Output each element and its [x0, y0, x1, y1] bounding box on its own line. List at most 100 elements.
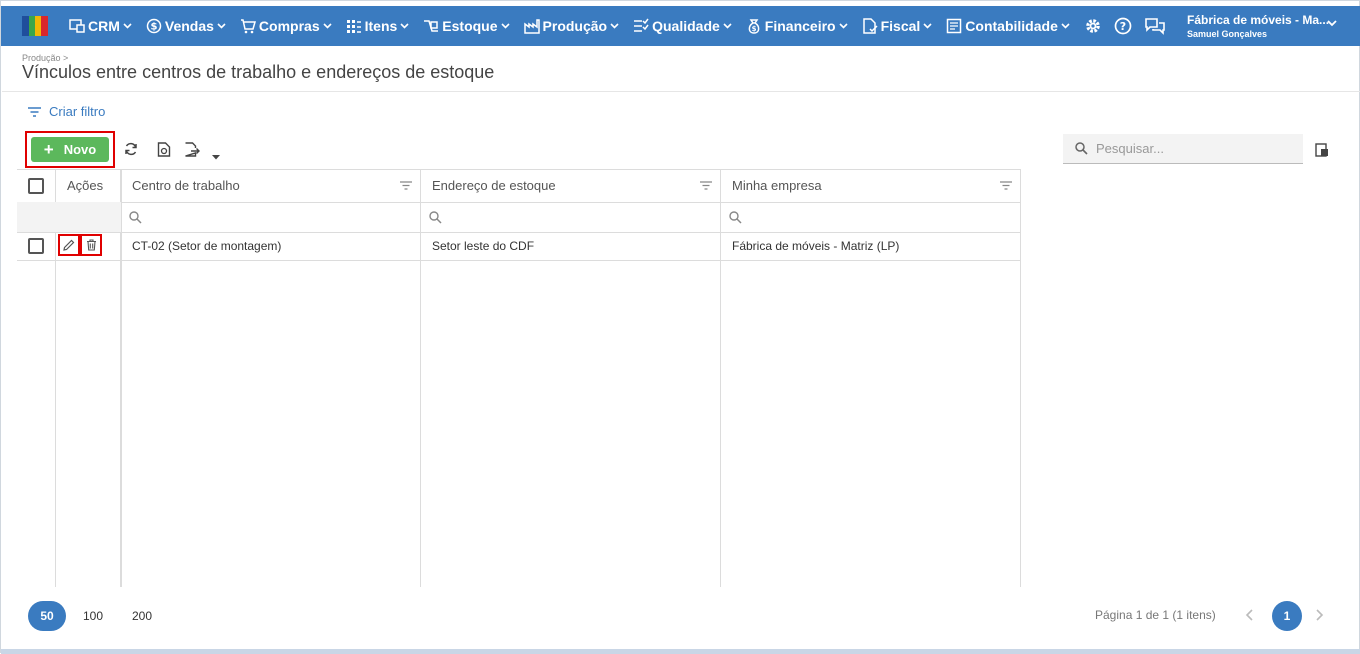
- nav-crm-label: CRM: [88, 18, 120, 34]
- page-size-200[interactable]: 200: [124, 601, 160, 631]
- money-bag-icon: $: [748, 19, 760, 34]
- nav-producao[interactable]: Produção: [523, 18, 623, 34]
- prev-page-button[interactable]: [1245, 608, 1253, 626]
- column-filter-icon[interactable]: [1000, 181, 1012, 190]
- cell-centro: CT-02 (Setor de montagem): [132, 239, 282, 253]
- column-filter-icon[interactable]: [700, 181, 712, 190]
- settings-button[interactable]: [1084, 17, 1102, 35]
- help-button[interactable]: ?: [1114, 17, 1132, 35]
- nav-financeiro[interactable]: $ Financeiro: [746, 18, 851, 34]
- next-page-button[interactable]: [1316, 608, 1324, 626]
- items-icon: [346, 20, 361, 33]
- create-filter-link[interactable]: Criar filtro: [28, 104, 105, 119]
- refresh-button[interactable]: [124, 142, 138, 161]
- chevron-down-icon: [839, 23, 848, 29]
- nav-compras[interactable]: Compras: [240, 18, 335, 34]
- nav-fiscal-label: Fiscal: [880, 18, 921, 34]
- chevron-right-icon: [1316, 609, 1324, 621]
- chat-button[interactable]: [1144, 17, 1166, 35]
- app-window: CRM $ Vendas Compras Itens Estoque Produ…: [0, 0, 1360, 654]
- filter-icon: [28, 106, 41, 117]
- nav-itens[interactable]: Itens: [346, 18, 413, 34]
- data-grid: Ações Centro de trabalho Endereço de est…: [17, 169, 1021, 587]
- new-button[interactable]: + Novo: [31, 137, 109, 162]
- nav-fiscal[interactable]: Fiscal: [862, 18, 936, 34]
- page-number-current[interactable]: 1: [1272, 601, 1302, 631]
- checklist-icon: [634, 18, 649, 32]
- col-header-endereco[interactable]: Endereço de estoque: [432, 169, 712, 202]
- document-check-icon: [862, 18, 878, 34]
- export-button[interactable]: [184, 142, 200, 162]
- svg-text:$: $: [751, 25, 756, 33]
- select-all-cell: [28, 169, 48, 202]
- dollar-icon: $: [146, 18, 162, 34]
- chevron-left-icon: [1245, 609, 1253, 621]
- pencil-icon: [63, 239, 75, 251]
- col-header-acoes: Ações: [67, 169, 117, 202]
- delete-button[interactable]: [80, 234, 102, 256]
- bottom-edge: [1, 649, 1360, 654]
- chevron-down-icon: [1327, 20, 1337, 27]
- svg-text:$: $: [150, 22, 157, 33]
- cell-empresa: Fábrica de móveis - Matriz (LP): [732, 239, 900, 253]
- create-filter-label: Criar filtro: [49, 104, 106, 119]
- grid-row-divider: [17, 260, 1021, 261]
- filter-endereco-input[interactable]: [429, 202, 719, 232]
- new-button-highlight: + Novo: [25, 131, 115, 168]
- select-all-checkbox[interactable]: [28, 177, 44, 194]
- export-dropdown[interactable]: [212, 147, 220, 165]
- column-chooser-button[interactable]: [1315, 143, 1329, 162]
- grid-col-divider: [1020, 169, 1021, 587]
- nav-estoque-label: Estoque: [442, 18, 498, 34]
- page-info: Página 1 de 1 (1 itens): [1095, 608, 1216, 622]
- grid-col-divider: [420, 169, 421, 587]
- nav-vendas[interactable]: $ Vendas: [146, 18, 229, 34]
- nav-vendas-label: Vendas: [164, 18, 214, 34]
- nav-contabilidade[interactable]: Contabilidade: [946, 18, 1073, 34]
- search-icon: [429, 210, 442, 224]
- chevron-down-icon: [723, 23, 732, 29]
- chevron-down-icon: [1061, 23, 1070, 29]
- svg-text:?: ?: [1120, 20, 1126, 33]
- chat-icon: [1145, 18, 1165, 35]
- col-header-empresa-label: Minha empresa: [732, 178, 822, 193]
- grid-col-divider: [121, 169, 122, 587]
- column-filter-icon[interactable]: [400, 181, 412, 190]
- page-size-50[interactable]: 50: [28, 601, 66, 631]
- header-divider: [2, 91, 1360, 92]
- column-chooser-icon: [1315, 143, 1328, 157]
- chevron-down-icon: [500, 23, 510, 29]
- document-refresh-icon: [157, 142, 171, 157]
- nav-crm[interactable]: CRM: [69, 18, 135, 34]
- nav-qualidade[interactable]: Qualidade: [633, 18, 735, 34]
- row-checkbox[interactable]: [28, 238, 44, 254]
- nav-estoque[interactable]: Estoque: [423, 18, 512, 34]
- col-header-centro[interactable]: Centro de trabalho: [132, 169, 412, 202]
- nav-producao-label: Produção: [542, 18, 608, 34]
- col-header-endereco-label: Endereço de estoque: [432, 178, 556, 193]
- trash-icon: [86, 239, 96, 251]
- col-header-acoes-label: Ações: [67, 178, 104, 193]
- search-input[interactable]: [1096, 141, 1286, 156]
- grid-col-divider: [720, 169, 721, 587]
- chevron-down-icon: [217, 23, 226, 29]
- reset-layout-button[interactable]: [157, 142, 171, 162]
- edit-button[interactable]: [58, 234, 80, 256]
- search-icon: [729, 210, 742, 224]
- col-header-empresa[interactable]: Minha empresa: [732, 169, 1012, 202]
- nav-compras-label: Compras: [258, 18, 320, 34]
- company-selector[interactable]: Fábrica de móveis - Ma... Samuel Gonçalv…: [1187, 13, 1347, 39]
- help-icon: ?: [1114, 17, 1132, 35]
- app-logo[interactable]: [22, 16, 48, 36]
- refresh-icon: [125, 142, 137, 156]
- page-size-100[interactable]: 100: [75, 601, 111, 631]
- filter-centro-input[interactable]: [129, 202, 419, 232]
- nav-financeiro-label: Financeiro: [764, 18, 836, 34]
- chevron-down-icon: [123, 23, 132, 29]
- chevron-down-icon: [610, 23, 619, 29]
- col-header-centro-label: Centro de trabalho: [132, 178, 240, 193]
- filter-row-bg: [17, 202, 121, 232]
- user-name: Samuel Gonçalves: [1187, 29, 1268, 39]
- cell-endereco: Setor leste do CDF: [432, 239, 535, 253]
- filter-empresa-input[interactable]: [729, 202, 1019, 232]
